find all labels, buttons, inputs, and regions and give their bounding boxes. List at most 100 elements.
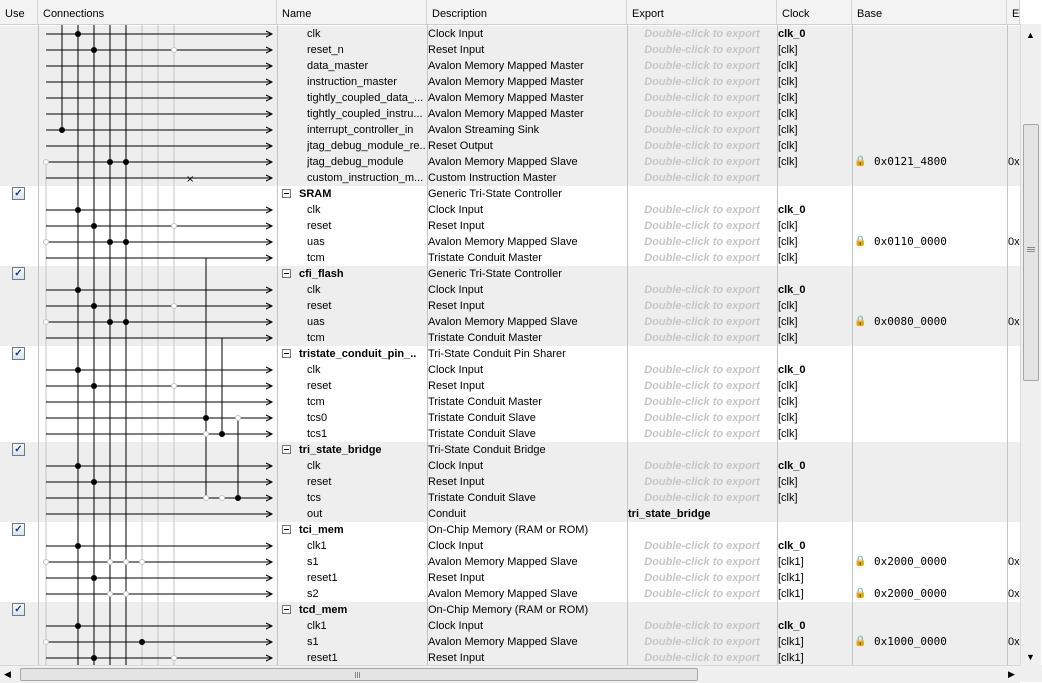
interface-row[interactable]: clk1 Clock Input Double-click to export clk… <box>0 618 1020 634</box>
interface-name[interactable]: s2 <box>307 586 425 602</box>
scroll-left-arrow-icon[interactable]: ◀ <box>4 669 11 679</box>
interface-row[interactable]: reset1 Reset Input Double-click to export[… <box>0 650 1020 665</box>
export-hint[interactable]: Double-click to export <box>628 330 776 346</box>
interface-name[interactable]: clk <box>307 458 425 474</box>
clock-value[interactable]: clk_0 <box>778 202 852 218</box>
component-name[interactable]: tristate_conduit_pin_... <box>299 346 417 362</box>
interface-name[interactable]: reset_n <box>307 42 425 58</box>
interface-row[interactable]: tightly_coupled_instru... Avalon Memory M… <box>0 106 1020 122</box>
lock-icon[interactable]: 🔒 <box>854 236 866 248</box>
clock-value[interactable]: [clk] <box>778 122 852 138</box>
base-address[interactable]: 0x0110_0000 <box>874 234 974 250</box>
clock-value[interactable]: clk_0 <box>778 618 852 634</box>
export-hint[interactable]: Double-click to export <box>628 58 776 74</box>
clock-value[interactable]: [clk1] <box>778 586 852 602</box>
clock-value[interactable]: [clk] <box>778 250 852 266</box>
clock-value[interactable]: [clk1] <box>778 570 852 586</box>
export-hint[interactable]: Double-click to export <box>628 362 776 378</box>
interface-row[interactable]: reset_n Reset Input Double-click to export… <box>0 42 1020 58</box>
component-row[interactable]: ✓ tcd_mem On-Chip Memory (RAM or ROM) <box>0 602 1020 618</box>
scroll-up-arrow-icon[interactable]: ▲ <box>1026 30 1035 40</box>
lock-icon[interactable]: 🔒 <box>854 556 866 568</box>
clock-value[interactable]: [clk] <box>778 138 852 154</box>
scroll-down-arrow-icon[interactable]: ▼ <box>1026 652 1035 662</box>
clock-value[interactable]: [clk] <box>778 426 852 442</box>
interface-row[interactable]: tcs1 Tristate Conduit Slave Double-click t… <box>0 426 1020 442</box>
interface-row[interactable]: reset Reset Input Double-click to export [c… <box>0 298 1020 314</box>
interface-row[interactable]: data_master Avalon Memory Mapped Master Do… <box>0 58 1020 74</box>
component-name[interactable]: tri_state_bridge <box>299 442 417 458</box>
clock-value[interactable]: [clk] <box>778 106 852 122</box>
interface-row[interactable]: uas Avalon Memory Mapped Slave Double-clic… <box>0 234 1020 250</box>
clock-value[interactable]: [clk1] <box>778 554 852 570</box>
export-hint[interactable]: Double-click to export <box>628 586 776 602</box>
export-hint[interactable]: Double-click to export <box>628 394 776 410</box>
clock-value[interactable]: [clk1] <box>778 650 852 665</box>
export-hint[interactable]: Double-click to export <box>628 170 776 186</box>
interface-row[interactable]: clk Clock Input Double-click to export clk_… <box>0 458 1020 474</box>
collapse-toggle-icon[interactable] <box>282 445 291 454</box>
clock-value[interactable]: [clk] <box>778 330 852 346</box>
interface-row[interactable]: instruction_master Avalon Memory Mapped M… <box>0 74 1020 90</box>
interface-name[interactable]: clk <box>307 202 425 218</box>
clock-value[interactable]: clk_0 <box>778 362 852 378</box>
export-hint[interactable]: Double-click to export <box>628 234 776 250</box>
clock-value[interactable]: [clk] <box>778 298 852 314</box>
component-row[interactable]: ✓ tci_mem On-Chip Memory (RAM or ROM) <box>0 522 1020 538</box>
vertical-scroll-thumb[interactable] <box>1023 124 1039 381</box>
interface-name[interactable]: custom_instruction_m... <box>307 170 425 186</box>
base-address[interactable]: 0x1000_0000 <box>874 634 974 650</box>
interface-row[interactable]: clk Clock Input Double-click to export clk_… <box>0 26 1020 42</box>
use-checkbox[interactable]: ✓ <box>12 187 25 200</box>
interface-name[interactable]: tcm <box>307 250 425 266</box>
export-hint[interactable]: Double-click to export <box>628 634 776 650</box>
export-hint[interactable]: Double-click to export <box>628 282 776 298</box>
interface-name[interactable]: reset <box>307 298 425 314</box>
clock-value[interactable]: clk_0 <box>778 538 852 554</box>
component-row[interactable]: ✓ tristate_conduit_pin_... Tri-State Condu… <box>0 346 1020 362</box>
interface-row[interactable]: tcm Tristate Conduit Master Double-click t… <box>0 330 1020 346</box>
clock-value[interactable]: [clk] <box>778 218 852 234</box>
interface-name[interactable]: clk <box>307 26 425 42</box>
use-checkbox[interactable]: ✓ <box>12 267 25 280</box>
interface-name[interactable]: tcm <box>307 330 425 346</box>
interface-name[interactable]: tcs0 <box>307 410 425 426</box>
interface-row[interactable]: reset1 Reset Input Double-click to export[… <box>0 570 1020 586</box>
component-name[interactable]: tcd_mem <box>299 602 417 618</box>
export-hint[interactable]: Double-click to export <box>628 650 776 665</box>
clock-value[interactable]: [clk] <box>778 154 852 170</box>
clock-value[interactable]: [clk] <box>778 474 852 490</box>
column-header-connections[interactable]: Connections <box>38 0 277 24</box>
clock-value[interactable]: [clk] <box>778 42 852 58</box>
interface-row[interactable]: tcs0 Tristate Conduit Slave Double-click t… <box>0 410 1020 426</box>
horizontal-scrollbar[interactable]: ◀ ▶ <box>0 665 1020 683</box>
interface-row[interactable]: reset Reset Input Double-click to export [c… <box>0 218 1020 234</box>
interface-name[interactable]: uas <box>307 234 425 250</box>
export-hint[interactable]: Double-click to export <box>628 218 776 234</box>
component-row[interactable]: ✓ SRAM Generic Tri-State Controller <box>0 186 1020 202</box>
component-name[interactable]: tci_mem <box>299 522 417 538</box>
clock-value[interactable]: [clk] <box>778 378 852 394</box>
clock-value[interactable]: [clk] <box>778 410 852 426</box>
export-hint[interactable]: Double-click to export <box>628 474 776 490</box>
interface-row[interactable]: s2 Avalon Memory Mapped Slave Double-click… <box>0 586 1020 602</box>
interface-name[interactable]: reset <box>307 378 425 394</box>
interface-name[interactable]: clk <box>307 362 425 378</box>
interface-name[interactable]: instruction_master <box>307 74 425 90</box>
column-header-clock[interactable]: Clock <box>777 0 852 24</box>
interface-name[interactable]: reset <box>307 218 425 234</box>
clock-value[interactable]: [clk] <box>778 394 852 410</box>
export-hint[interactable]: Double-click to export <box>628 138 776 154</box>
interface-name[interactable]: data_master <box>307 58 425 74</box>
interface-row[interactable]: s1 Avalon Memory Mapped Slave Double-click… <box>0 634 1020 650</box>
component-row[interactable]: ✓ cfi_flash Generic Tri-State Controller <box>0 266 1020 282</box>
base-address[interactable]: 0x2000_0000 <box>874 586 974 602</box>
interface-row[interactable]: jtag_debug_module_re... Reset Output Doubl… <box>0 138 1020 154</box>
export-hint[interactable]: Double-click to export <box>628 42 776 58</box>
export-hint[interactable]: Double-click to export <box>628 314 776 330</box>
interface-name[interactable]: tcs <box>307 490 425 506</box>
interface-name[interactable]: tcm <box>307 394 425 410</box>
interface-row[interactable]: tcs Tristate Conduit Slave Double-click to… <box>0 490 1020 506</box>
interface-row[interactable]: clk Clock Input Double-click to export clk_… <box>0 362 1020 378</box>
column-header-base[interactable]: Base <box>852 0 1007 24</box>
